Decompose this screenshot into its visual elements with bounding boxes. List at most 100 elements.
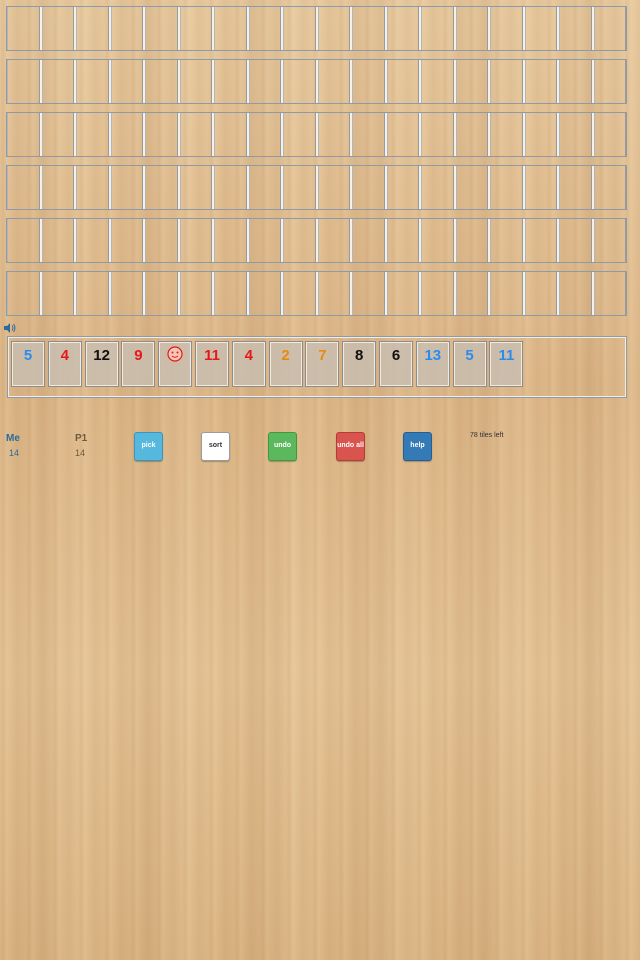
board-cell[interactable] xyxy=(42,166,76,209)
rack-tile[interactable]: 4 xyxy=(47,341,82,387)
board-cell[interactable] xyxy=(318,113,352,156)
board-cell[interactable] xyxy=(318,7,352,50)
board-cell[interactable] xyxy=(456,166,490,209)
rack-tile[interactable]: 11 xyxy=(489,341,524,387)
board-cell[interactable] xyxy=(249,60,283,103)
board-cell[interactable] xyxy=(214,113,249,156)
board-cell[interactable] xyxy=(214,7,249,50)
board-cell[interactable] xyxy=(111,60,145,103)
board-cell[interactable] xyxy=(318,166,352,209)
board-cell[interactable] xyxy=(559,113,594,156)
board-cell[interactable] xyxy=(214,60,249,103)
board-cell[interactable] xyxy=(42,219,76,262)
board-cell[interactable] xyxy=(318,272,352,315)
board-cell[interactable] xyxy=(214,272,249,315)
board-cell[interactable] xyxy=(180,272,214,315)
board-cell[interactable] xyxy=(594,7,627,50)
board-cell[interactable] xyxy=(387,7,421,50)
board-cell[interactable] xyxy=(559,272,594,315)
board-cell[interactable] xyxy=(387,166,421,209)
board-cell[interactable] xyxy=(283,60,318,103)
board-cell[interactable] xyxy=(7,219,42,262)
board-cell[interactable] xyxy=(249,113,283,156)
board-cell[interactable] xyxy=(283,113,318,156)
board-cell[interactable] xyxy=(490,272,525,315)
board-cell[interactable] xyxy=(111,113,145,156)
board-cell[interactable] xyxy=(111,272,145,315)
board-cell[interactable] xyxy=(145,166,180,209)
board-cell[interactable] xyxy=(42,272,76,315)
board-cell[interactable] xyxy=(559,166,594,209)
board-cell[interactable] xyxy=(559,60,594,103)
board-cell[interactable] xyxy=(7,60,42,103)
board-cell[interactable] xyxy=(352,60,387,103)
undo-button[interactable]: undo xyxy=(268,432,297,461)
board-cell[interactable] xyxy=(76,166,111,209)
board-cell[interactable] xyxy=(180,7,214,50)
board-cell[interactable] xyxy=(7,7,42,50)
board-cell[interactable] xyxy=(525,113,559,156)
board-cell[interactable] xyxy=(421,60,456,103)
board-cell[interactable] xyxy=(525,219,559,262)
speaker-icon[interactable] xyxy=(4,323,16,333)
board-cell[interactable] xyxy=(387,219,421,262)
board-cell[interactable] xyxy=(352,219,387,262)
board-cell[interactable] xyxy=(421,272,456,315)
board-cell[interactable] xyxy=(318,60,352,103)
board-cell[interactable] xyxy=(76,219,111,262)
board-cell[interactable] xyxy=(180,60,214,103)
board-cell[interactable] xyxy=(42,7,76,50)
board-cell[interactable] xyxy=(352,272,387,315)
board-cell[interactable] xyxy=(490,60,525,103)
undo-all-button[interactable]: undo all xyxy=(336,432,365,461)
sort-button[interactable]: sort xyxy=(201,432,230,461)
board-cell[interactable] xyxy=(421,113,456,156)
board-cell[interactable] xyxy=(456,219,490,262)
board-cell[interactable] xyxy=(421,7,456,50)
board-cell[interactable] xyxy=(387,60,421,103)
board-cell[interactable] xyxy=(490,219,525,262)
board-cell[interactable] xyxy=(283,272,318,315)
joker-tile[interactable] xyxy=(158,341,193,387)
board-cell[interactable] xyxy=(594,60,627,103)
board-cell[interactable] xyxy=(525,7,559,50)
board-cell[interactable] xyxy=(559,219,594,262)
rack-tile[interactable]: 5 xyxy=(11,341,45,387)
board-cell[interactable] xyxy=(42,60,76,103)
board-cell[interactable] xyxy=(283,166,318,209)
board-cell[interactable] xyxy=(76,7,111,50)
pick-button[interactable]: pick xyxy=(134,432,163,461)
board-cell[interactable] xyxy=(352,113,387,156)
board-cell[interactable] xyxy=(76,113,111,156)
board-cell[interactable] xyxy=(594,219,627,262)
rack-tile[interactable]: 13 xyxy=(415,341,450,387)
rack-tile[interactable]: 9 xyxy=(121,341,156,387)
board-cell[interactable] xyxy=(249,219,283,262)
board-cell[interactable] xyxy=(525,166,559,209)
board-cell[interactable] xyxy=(7,272,42,315)
board-cell[interactable] xyxy=(180,166,214,209)
help-button[interactable]: help xyxy=(403,432,432,461)
board-cell[interactable] xyxy=(594,166,627,209)
board-cell[interactable] xyxy=(145,60,180,103)
board-cell[interactable] xyxy=(456,113,490,156)
rack-tile[interactable]: 11 xyxy=(195,341,229,387)
rack-tile[interactable]: 8 xyxy=(342,341,377,387)
board-cell[interactable] xyxy=(490,113,525,156)
board-cell[interactable] xyxy=(421,219,456,262)
board-cell[interactable] xyxy=(387,113,421,156)
board-cell[interactable] xyxy=(490,7,525,50)
board-cell[interactable] xyxy=(7,166,42,209)
board-cell[interactable] xyxy=(214,219,249,262)
board-cell[interactable] xyxy=(594,113,627,156)
board-cell[interactable] xyxy=(76,272,111,315)
board-cell[interactable] xyxy=(145,219,180,262)
board-cell[interactable] xyxy=(180,219,214,262)
board-cell[interactable] xyxy=(7,113,42,156)
board-cell[interactable] xyxy=(111,219,145,262)
rack-tile[interactable]: 4 xyxy=(231,341,266,387)
board-cell[interactable] xyxy=(352,166,387,209)
board-cell[interactable] xyxy=(145,113,180,156)
board-cell[interactable] xyxy=(76,60,111,103)
rack-tile[interactable]: 7 xyxy=(305,341,340,387)
